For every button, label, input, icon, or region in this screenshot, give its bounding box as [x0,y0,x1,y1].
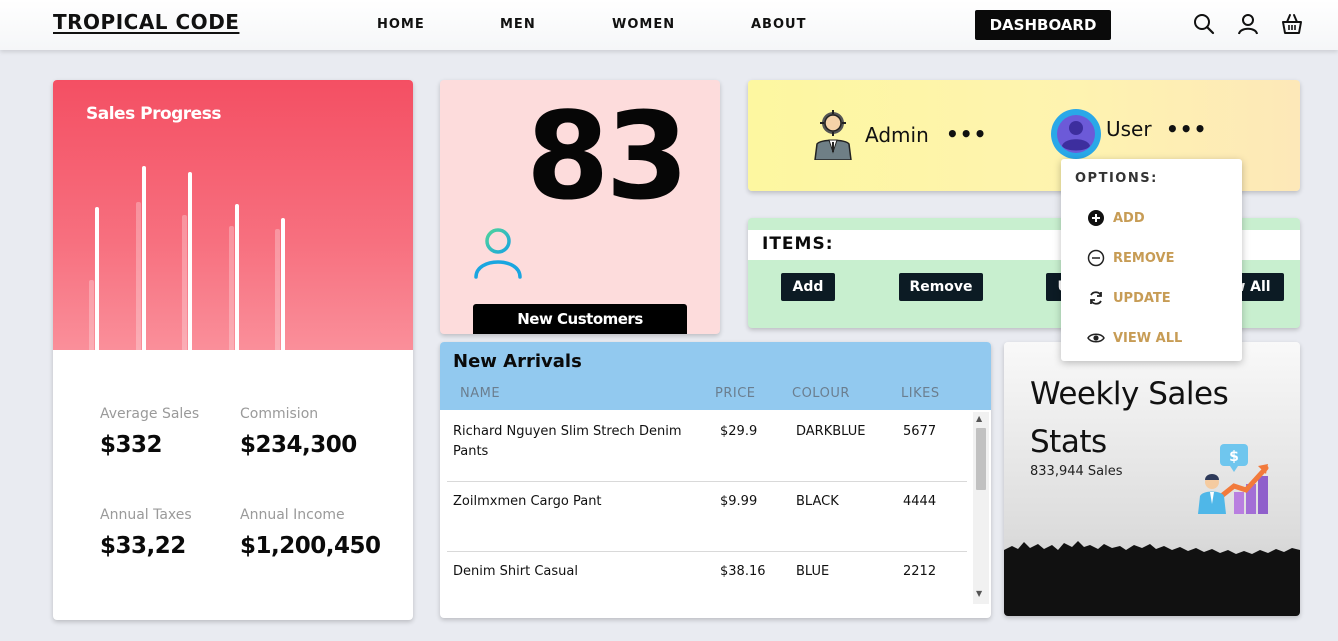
row-price: $38.16 [720,564,766,579]
table-row[interactable]: Denim Shirt Casual $38.16 BLUE 2212 [447,552,967,618]
sales-chart-area: Sales Progress [53,80,413,350]
options-title: OPTIONS: [1075,171,1158,186]
sales-bar-shadow [182,215,187,350]
admin-avatar-icon [814,110,852,160]
sales-growth-illustration-icon: $ [1198,444,1269,514]
weekly-sales-card: Weekly Sales Stats 833,944 Sales $ [1004,342,1300,616]
svg-text:$: $ [1229,449,1239,465]
col-price[interactable]: PRICE [715,386,756,401]
col-likes[interactable]: LIKES [901,386,940,401]
nav-women[interactable]: WOMEN [612,17,675,32]
commission-label: Commision [240,406,319,422]
col-colour[interactable]: COLOUR [792,386,850,401]
option-view-all[interactable]: VIEW ALL [1087,329,1182,347]
option-update[interactable]: UPDATE [1087,289,1171,307]
option-add-label: ADD [1113,210,1145,226]
scroll-down-icon[interactable]: ▼ [976,589,982,598]
sales-progress-card: Sales Progress Average Sales $332 Commis… [53,80,413,620]
sales-bar [141,166,146,350]
new-customers-card: 83 New Customers [440,80,720,334]
row-likes: 5677 [903,424,937,439]
annual-taxes-value: $33,22 [100,533,186,559]
option-remove-label: REMOVE [1113,250,1175,266]
row-price: $29.9 [720,424,758,439]
sales-bar [188,171,192,350]
annual-taxes-label: Annual Taxes [100,507,192,523]
sales-progress-title: Sales Progress [86,104,221,124]
row-colour: BLACK [796,494,839,509]
new-customers-button[interactable]: New Customers [473,304,687,334]
annual-income-value: $1,200,450 [240,533,381,559]
sales-bar [281,217,285,350]
col-name[interactable]: NAME [460,386,500,401]
sales-bar-shadow [135,201,141,350]
minus-circle-icon [1087,249,1105,267]
new-arrivals-card: New Arrivals NAME PRICE COLOUR LIKES Ric… [440,342,991,618]
sales-bar-shadow [228,225,234,350]
user-avatar-icon [1051,109,1101,159]
option-remove[interactable]: REMOVE [1087,249,1174,267]
items-remove-button[interactable]: Remove [899,273,983,301]
plus-circle-icon [1088,210,1104,226]
option-add[interactable]: ADD [1087,209,1145,227]
row-colour: BLUE [796,564,830,579]
customer-user-icon [474,228,522,279]
nav-about[interactable]: ABOUT [751,17,806,32]
arrivals-title: New Arrivals [453,351,582,372]
row-name: Denim Shirt Casual [453,564,578,579]
arrivals-header: New Arrivals NAME PRICE COLOUR LIKES [440,342,991,410]
row-colour: DARKBLUE [796,424,866,439]
weekly-sales-count: 833,944 Sales [1030,464,1123,479]
sales-bar [234,204,239,350]
sales-bar [95,206,99,350]
average-sales-label: Average Sales [100,406,200,422]
option-update-label: UPDATE [1113,290,1171,306]
table-row[interactable]: Zoilmxmen Cargo Pant $9.99 BLACK 4444 [447,482,967,552]
customer-count: 83 [526,88,689,227]
average-sales-value: $332 [100,432,163,458]
nav-men[interactable]: MEN [500,17,536,32]
items-title: ITEMS: [762,234,834,254]
row-name: Zoilmxmen Cargo Pant [453,494,602,509]
refresh-icon [1090,291,1102,305]
dashboard-button[interactable]: DASHBOARD [975,10,1111,40]
scroll-up-icon[interactable]: ▲ [976,414,982,423]
sales-bar-shadow [275,228,280,350]
option-view-all-label: VIEW ALL [1113,330,1183,346]
admin-more-button[interactable]: ••• [946,122,987,146]
row-price: $9.99 [720,494,758,509]
row-likes: 4444 [903,494,937,509]
top-navbar: TROPICAL CODE HOME MEN WOMEN ABOUT DASHB… [0,0,1338,50]
cart-icon[interactable] [1280,12,1304,36]
annual-income-label: Annual Income [240,507,345,523]
admin-label: Admin [865,123,929,147]
commission-value: $234,300 [240,432,357,458]
sales-bar-shadow [89,279,94,350]
search-icon[interactable] [1192,12,1216,36]
scrollbar-thumb[interactable] [976,428,986,490]
items-add-button[interactable]: Add [781,273,835,301]
table-row[interactable]: Richard Nguyen Slim Strech Denim Pants $… [447,412,967,482]
row-name: Richard Nguyen Slim Strech Denim Pants [453,424,682,459]
forest-silhouette [1004,541,1300,616]
eye-icon [1087,333,1105,343]
user-more-button[interactable]: ••• [1166,117,1207,141]
row-likes: 2212 [903,564,937,579]
user-icon[interactable] [1236,12,1260,36]
brand-logo[interactable]: TROPICAL CODE [53,10,239,34]
options-dropdown: OPTIONS: ADD REMOVE UPDATE VIEW ALL [1061,159,1242,361]
nav-home[interactable]: HOME [377,17,425,32]
user-label: User [1106,117,1152,141]
